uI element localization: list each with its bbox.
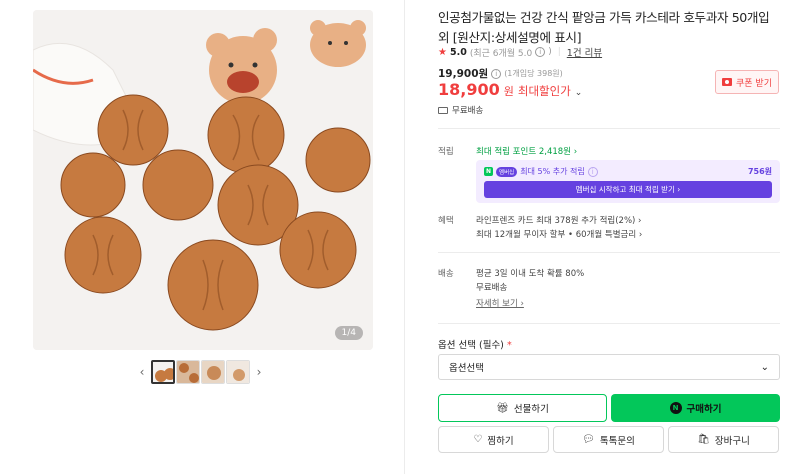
thumbnail-2[interactable] <box>176 360 200 384</box>
npay-icon: N <box>669 402 682 414</box>
chevron-down-icon: ⌄ <box>760 361 769 373</box>
chat-bubble-icon: 💬︎ <box>582 434 595 445</box>
thumbnail-prev-arrow[interactable]: ‹ <box>134 365 150 379</box>
sale-price-currency: 원 <box>503 85 514 98</box>
review-count-link[interactable]: 1건 리뷰 <box>567 45 602 59</box>
product-main-image[interactable]: 1/4 <box>33 10 373 350</box>
delivery-detail-link[interactable]: 자세히 보기 › <box>476 297 524 309</box>
talk-inquiry-button-label: 톡톡문의 <box>599 435 635 447</box>
buy-button-label: 구매하기 <box>686 404 722 415</box>
info-icon[interactable]: i <box>535 47 546 57</box>
image-page-indicator: 1/4 <box>334 326 363 340</box>
panel-divider <box>404 0 405 474</box>
membership-info-icon[interactable]: i <box>587 166 598 177</box>
shopping-bag-icon: 🛍︎ <box>697 434 710 445</box>
rating-row: ★ 5.0 (최근 6개월 5.0 i ) | 1건 리뷰 <box>438 45 602 60</box>
thumbnail-strip: ‹ › <box>134 360 267 384</box>
rating-recent: (최근 6개월 5.0 <box>469 48 533 59</box>
max-point-link[interactable]: 최대 적립 포인트 2,418원 › <box>476 145 577 157</box>
divider <box>438 252 780 253</box>
membership-box: N 멤버십 최대 5% 추가 적립 i 756원 멤버십 시작하고 최대 적립 … <box>476 160 780 203</box>
unit-price: (1개입당 398원) <box>504 69 563 78</box>
required-mark: * <box>506 340 512 351</box>
thumbnail-1[interactable] <box>151 360 175 384</box>
option-select-value: 옵션선택 <box>449 363 484 374</box>
delivery-label: 배송 <box>438 269 454 279</box>
divider <box>438 128 780 129</box>
coupon-button-label: 쿠폰 받기 <box>736 78 772 89</box>
delivery-fee: 무료배송 <box>476 283 508 293</box>
membership-text: 최대 5% 추가 적립 <box>520 167 585 176</box>
divider <box>438 323 780 324</box>
coupon-button[interactable]: 쿠폰 받기 <box>715 70 779 94</box>
star-icon: ★ <box>438 46 447 58</box>
rating-recent-close: ) <box>548 47 552 57</box>
membership-info: N 멤버십 최대 5% 추가 적립 i <box>484 166 598 177</box>
shipping-row: 무료배송 <box>438 104 483 116</box>
original-price-row: 19,900원 i (1개입당 398원) <box>438 66 563 81</box>
zzim-button[interactable]: ♡ 찜하기 <box>438 426 549 453</box>
delivery-estimate: 평균 3일 이내 도착 확률 80% <box>476 269 585 279</box>
product-title: 인공첨가물없는 건강 간식 팥앙금 가득 카스테라 호두과자 50개입 외 [원… <box>438 10 770 45</box>
gift-button-label: 선물하기 <box>513 404 549 415</box>
zzim-button-label: 찜하기 <box>487 435 514 447</box>
original-price: 19,900원 <box>438 68 489 80</box>
thumbnail-next-arrow[interactable]: › <box>251 365 267 379</box>
option-label-text: 옵션 선택 (필수) <box>438 340 504 351</box>
benefits-label: 혜택 <box>438 216 454 226</box>
card-benefit-link[interactable]: 라인프렌즈 카드 최대 378원 추가 적립(2%) › <box>476 214 641 226</box>
price-info-icon[interactable]: i <box>491 68 502 79</box>
sale-price-row[interactable]: 18,900 원 최대할인가 ⌄ <box>438 80 582 99</box>
truck-icon <box>438 106 448 114</box>
option-label: 옵션 선택 (필수) * <box>438 337 512 351</box>
rating-score: 5.0 <box>449 46 467 58</box>
membership-amount: 756원 <box>747 167 772 176</box>
gift-icon: 🎁︎ <box>496 402 509 414</box>
membership-badge: 멤버십 <box>496 166 518 177</box>
walnut-cookies-photo <box>33 10 373 350</box>
thumbnail-3[interactable] <box>201 360 225 384</box>
buy-button[interactable]: N 구매하기 <box>611 394 780 422</box>
max-discount-label: 최대할인가 <box>517 84 571 98</box>
coupon-icon <box>722 78 732 86</box>
shipping-fee: 무료배송 <box>452 106 484 116</box>
sale-price: 18,900 <box>438 80 500 99</box>
talk-inquiry-button[interactable]: 💬︎ 톡톡문의 <box>553 426 664 453</box>
option-select[interactable]: 옵션선택 ⌄ <box>438 354 780 380</box>
npay-badge: N <box>484 167 494 176</box>
installment-benefit-link[interactable]: 최대 12개월 무이자 할부 • 60개월 특별금리 › <box>476 228 642 240</box>
gift-button[interactable]: 🎁︎ 선물하기 <box>438 394 607 422</box>
points-label: 적립 <box>438 147 454 157</box>
rating-separator: | <box>557 47 561 57</box>
cart-button[interactable]: 🛍︎ 장바구니 <box>668 426 779 453</box>
heart-icon: ♡ <box>473 434 483 445</box>
cart-button-label: 장바구니 <box>714 435 750 447</box>
thumbnail-4[interactable] <box>226 360 250 384</box>
membership-start-button[interactable]: 멤버십 시작하고 최대 적립 받기 › <box>484 181 772 198</box>
chevron-down-icon: ⌄ <box>574 88 583 98</box>
